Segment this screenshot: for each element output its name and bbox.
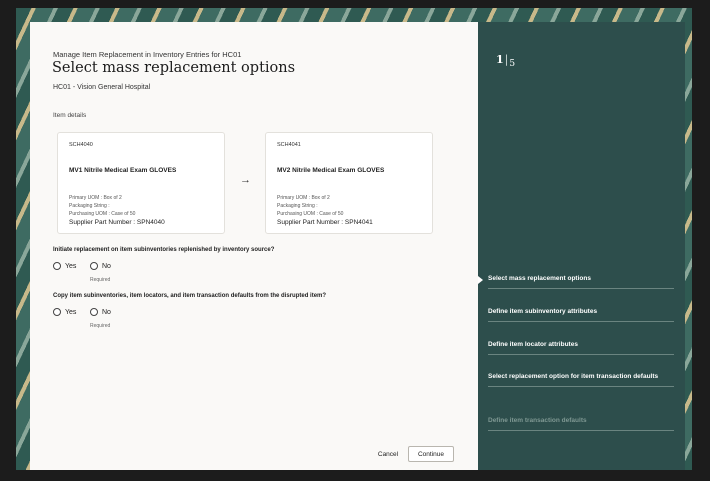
continue-button[interactable]: Continue [408, 446, 454, 462]
primary-uom: Primary UOM : Box of 2 [69, 195, 122, 201]
page-title: Select mass replacement options [52, 60, 296, 76]
page-subtitle: HC01 - Vision General Hospital [53, 84, 151, 91]
radio-circle-icon [90, 262, 98, 270]
radio-label: No [102, 308, 111, 316]
train-step-select-options[interactable]: Select mass replacement options [488, 275, 674, 289]
radio-no-replenished[interactable]: No [90, 262, 111, 270]
guided-process-dialog: Manage Item Replacement in Inventory Ent… [30, 22, 685, 470]
radio-circle-icon [53, 262, 61, 270]
radio-yes-copy[interactable]: Yes [53, 308, 76, 316]
radio-circle-icon [90, 308, 98, 316]
radio-label: Yes [65, 262, 77, 270]
primary-uom: Primary UOM : Box of 2 [277, 195, 330, 201]
item-name: MV2 Nitrile Medical Exam GLOVES [277, 167, 385, 174]
radio-label: Yes [65, 308, 77, 316]
packaging-string: Packaging String : [69, 203, 110, 209]
radio-yes-replenished[interactable]: Yes [53, 262, 76, 270]
main-panel: Manage Item Replacement in Inventory Ent… [30, 22, 478, 470]
purchasing-uom: Purchasing UOM : Case of 50 [69, 211, 136, 217]
total-steps-number: 5 [509, 59, 516, 69]
train-step-locator-attributes[interactable]: Define item locator attributes [488, 341, 674, 355]
packaging-string: Packaging String : [277, 203, 318, 209]
question-copy-defaults: Copy item subinventories, item locators,… [53, 293, 327, 299]
current-step-pointer-icon [478, 276, 483, 284]
process-train-panel: 1|5 Select mass replacement options Defi… [478, 22, 685, 470]
item-code: SCH4041 [277, 142, 301, 148]
train-step-transaction-defaults: Define item transaction defaults [488, 417, 674, 431]
cancel-button[interactable]: Cancel [370, 446, 406, 462]
replacement-item-card: SCH4041 MV2 Nitrile Medical Exam GLOVES … [265, 132, 433, 234]
item-name: MV1 Nitrile Medical Exam GLOVES [69, 167, 177, 174]
train-step-replacement-option[interactable]: Select replacement option for item trans… [488, 373, 674, 387]
train-step-subinventory-attributes[interactable]: Define item subinventory attributes [488, 308, 674, 322]
question-replenished-subinventories: Initiate replacement on item subinventor… [53, 247, 275, 253]
supplier-part-number: Supplier Part Number : SPN4041 [277, 219, 373, 226]
radio-no-copy[interactable]: No [90, 308, 111, 316]
current-step-number: 1 [496, 53, 504, 66]
required-hint: Required [90, 323, 111, 329]
item-details-label: Item details [53, 112, 87, 119]
item-code: SCH4040 [69, 142, 93, 148]
breadcrumb: Manage Item Replacement in Inventory Ent… [53, 50, 242, 59]
step-separator: | [504, 53, 509, 66]
purchasing-uom: Purchasing UOM : Case of 50 [277, 211, 344, 217]
step-counter: 1|5 [496, 48, 516, 69]
radio-label: No [102, 262, 111, 270]
supplier-part-number: Supplier Part Number : SPN4040 [69, 219, 165, 226]
radio-circle-icon [53, 308, 61, 316]
source-item-card: SCH4040 MV1 Nitrile Medical Exam GLOVES … [57, 132, 225, 234]
required-hint: Required [90, 277, 111, 283]
arrow-right-icon: → [240, 174, 251, 186]
